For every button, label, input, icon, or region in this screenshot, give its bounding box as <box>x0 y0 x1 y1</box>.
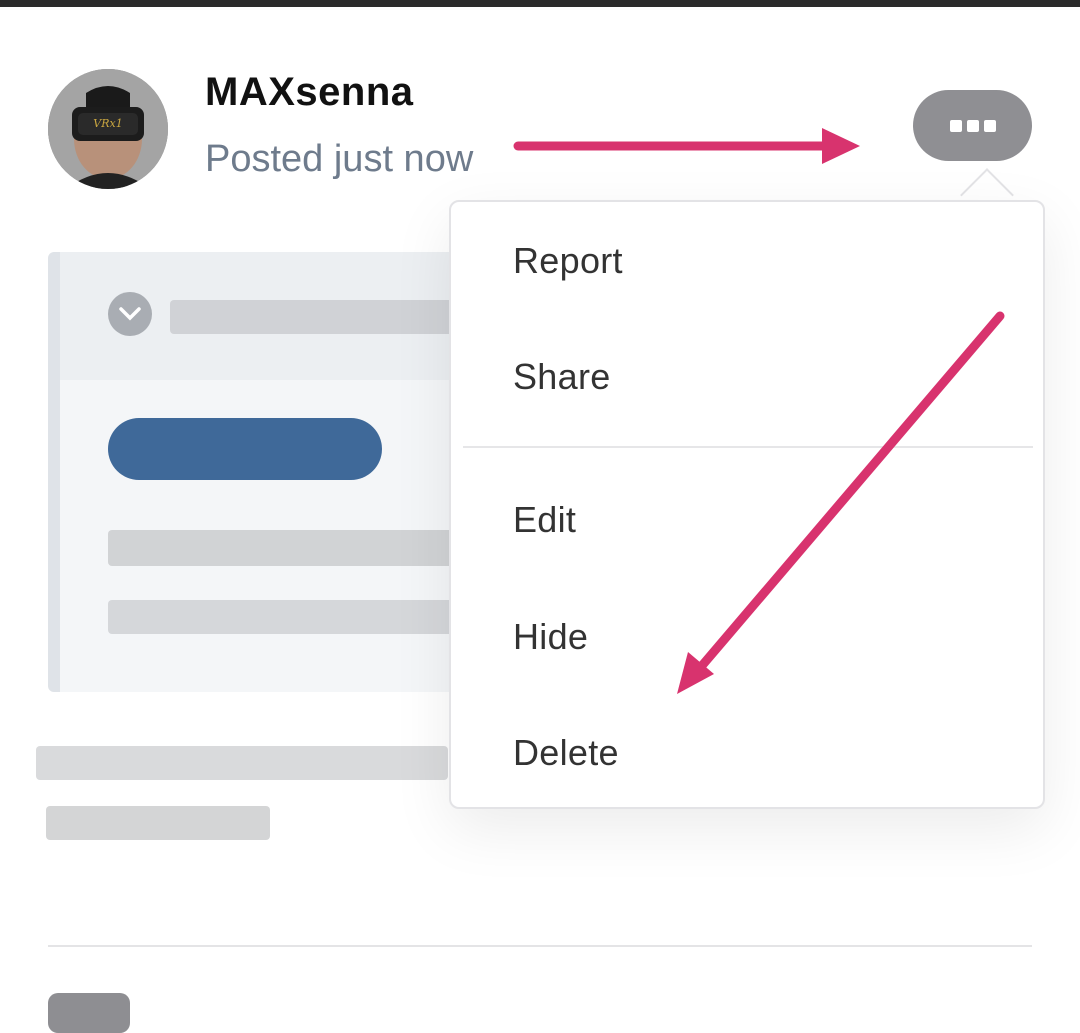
menu-item-delete[interactable]: Delete <box>513 732 619 774</box>
menu-divider <box>463 446 1033 448</box>
author-name[interactable]: MAXsenna <box>205 70 414 115</box>
reaction-button[interactable] <box>48 993 130 1033</box>
menu-item-hide[interactable]: Hide <box>513 616 588 658</box>
post-options-menu: Report Share Edit Hide Delete <box>449 200 1045 809</box>
avatar-image: VRx1 <box>48 69 168 189</box>
redacted-text <box>170 300 460 334</box>
post-embed-card <box>48 252 480 692</box>
menu-item-report[interactable]: Report <box>513 240 623 282</box>
post-divider <box>48 945 1032 947</box>
redacted-text <box>108 600 468 634</box>
top-bar <box>0 0 1080 7</box>
annotation-arrow-right <box>513 128 860 164</box>
chevron-down-icon[interactable] <box>108 292 152 336</box>
more-options-button[interactable] <box>913 90 1032 161</box>
menu-item-share[interactable]: Share <box>513 356 611 398</box>
svg-text:VRx1: VRx1 <box>93 117 122 130</box>
redacted-text <box>36 746 448 780</box>
menu-item-edit[interactable]: Edit <box>513 499 576 541</box>
redacted-text <box>108 530 468 566</box>
post-timestamp: Posted just now <box>205 138 474 180</box>
more-options-icon <box>949 119 996 132</box>
avatar[interactable]: VRx1 <box>48 69 168 189</box>
redacted-button <box>108 418 382 480</box>
redacted-text <box>46 806 270 840</box>
